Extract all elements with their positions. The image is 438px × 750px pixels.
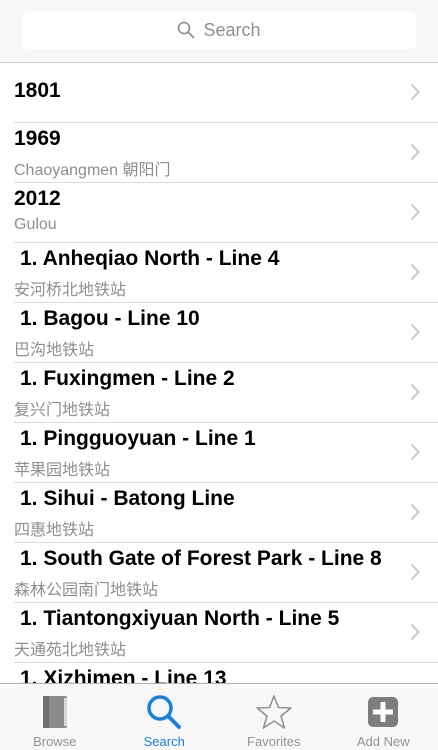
search-bar: Search xyxy=(0,0,438,63)
row-subtitle: Chaoyangmen 朝阳门 xyxy=(14,162,171,179)
magnifier-icon xyxy=(147,695,182,729)
row-title: 1. Xizhimen - Line 13 xyxy=(20,667,227,683)
row-subtitle: 安河桥北地铁站 xyxy=(14,282,127,299)
row-title: 1801 xyxy=(14,79,61,102)
row-subtitle: Gulou xyxy=(14,216,57,233)
list-item[interactable]: 1. Xizhimen - Line 13 xyxy=(14,663,438,683)
tab-browse[interactable]: Browse xyxy=(0,684,110,750)
search-icon xyxy=(178,21,195,39)
chevron-right-icon xyxy=(410,263,420,281)
chevron-right-icon xyxy=(410,383,420,401)
tab-label: Add New xyxy=(356,734,410,749)
row-title: 1. Fuxingmen - Line 2 xyxy=(20,367,235,390)
list-item[interactable]: 1. Pingguoyuan - Line 1 苹果园地铁站 xyxy=(14,423,438,483)
list-item[interactable]: 1. Anheqiao North - Line 4 安河桥北地铁站 xyxy=(14,243,438,303)
star-icon xyxy=(255,695,292,729)
row-subtitle: 天通苑北地铁站 xyxy=(14,642,127,659)
tab-label: Favorites xyxy=(247,734,301,749)
chevron-right-icon xyxy=(410,83,420,101)
row-subtitle: 森林公园南门地铁站 xyxy=(14,582,159,599)
chevron-right-icon xyxy=(410,203,420,221)
row-subtitle: 苹果园地铁站 xyxy=(14,462,111,479)
tab-search[interactable]: Search xyxy=(110,684,220,750)
search-placeholder: Search xyxy=(203,19,261,40)
row-title: 1. Bagou - Line 10 xyxy=(20,307,200,330)
chevron-right-icon xyxy=(410,623,420,641)
book-icon xyxy=(42,696,67,728)
row-title: 1. South Gate of Forest Park - Line 8 xyxy=(20,547,382,570)
list-item[interactable]: 2012 Gulou xyxy=(14,183,438,243)
list-item[interactable]: 1. Sihui - Batong Line 四惠地铁站 xyxy=(14,483,438,543)
chevron-right-icon xyxy=(410,503,420,521)
list-item[interactable]: 1. South Gate of Forest Park - Line 8 森林… xyxy=(14,543,438,603)
list-item[interactable]: 1. Tiantongxiyuan North - Line 5 天通苑北地铁站 xyxy=(14,603,438,663)
tab-bar: Browse Search Favorites Add New xyxy=(0,683,438,750)
list-item[interactable]: 1. Fuxingmen - Line 2 复兴门地铁站 xyxy=(14,363,438,423)
tab-add-new[interactable]: Add New xyxy=(329,684,438,750)
tab-label: Browse xyxy=(33,734,77,749)
plus-square-icon xyxy=(368,697,399,727)
chevron-right-icon xyxy=(410,563,420,581)
tab-favorites[interactable]: Favorites xyxy=(219,684,329,750)
station-list[interactable]: 1801 1969 Chaoyangmen 朝阳门 2012 Gulou 1. … xyxy=(0,63,438,683)
tab-label: Search xyxy=(143,734,185,749)
chevron-right-icon xyxy=(410,143,420,161)
row-title: 1. Pingguoyuan - Line 1 xyxy=(20,427,256,450)
list-item[interactable]: 1801 xyxy=(14,63,438,123)
row-title: 1. Anheqiao North - Line 4 xyxy=(20,247,280,270)
row-subtitle: 巴沟地铁站 xyxy=(14,342,95,359)
screen: Search 1801 1969 Chaoyangmen 朝阳门 2012 Gu… xyxy=(0,0,438,750)
row-subtitle: 复兴门地铁站 xyxy=(14,402,111,419)
row-title: 1. Sihui - Batong Line xyxy=(20,487,235,510)
row-subtitle: 四惠地铁站 xyxy=(14,522,95,539)
row-title: 1969 xyxy=(14,127,61,150)
chevron-right-icon xyxy=(410,323,420,341)
chevron-right-icon xyxy=(410,443,420,461)
list-item[interactable]: 1. Bagou - Line 10 巴沟地铁站 xyxy=(14,303,438,363)
row-title: 2012 xyxy=(14,187,61,210)
search-input[interactable]: Search xyxy=(22,11,416,49)
row-title: 1. Tiantongxiyuan North - Line 5 xyxy=(20,607,340,630)
list-item[interactable]: 1969 Chaoyangmen 朝阳门 xyxy=(14,123,438,183)
